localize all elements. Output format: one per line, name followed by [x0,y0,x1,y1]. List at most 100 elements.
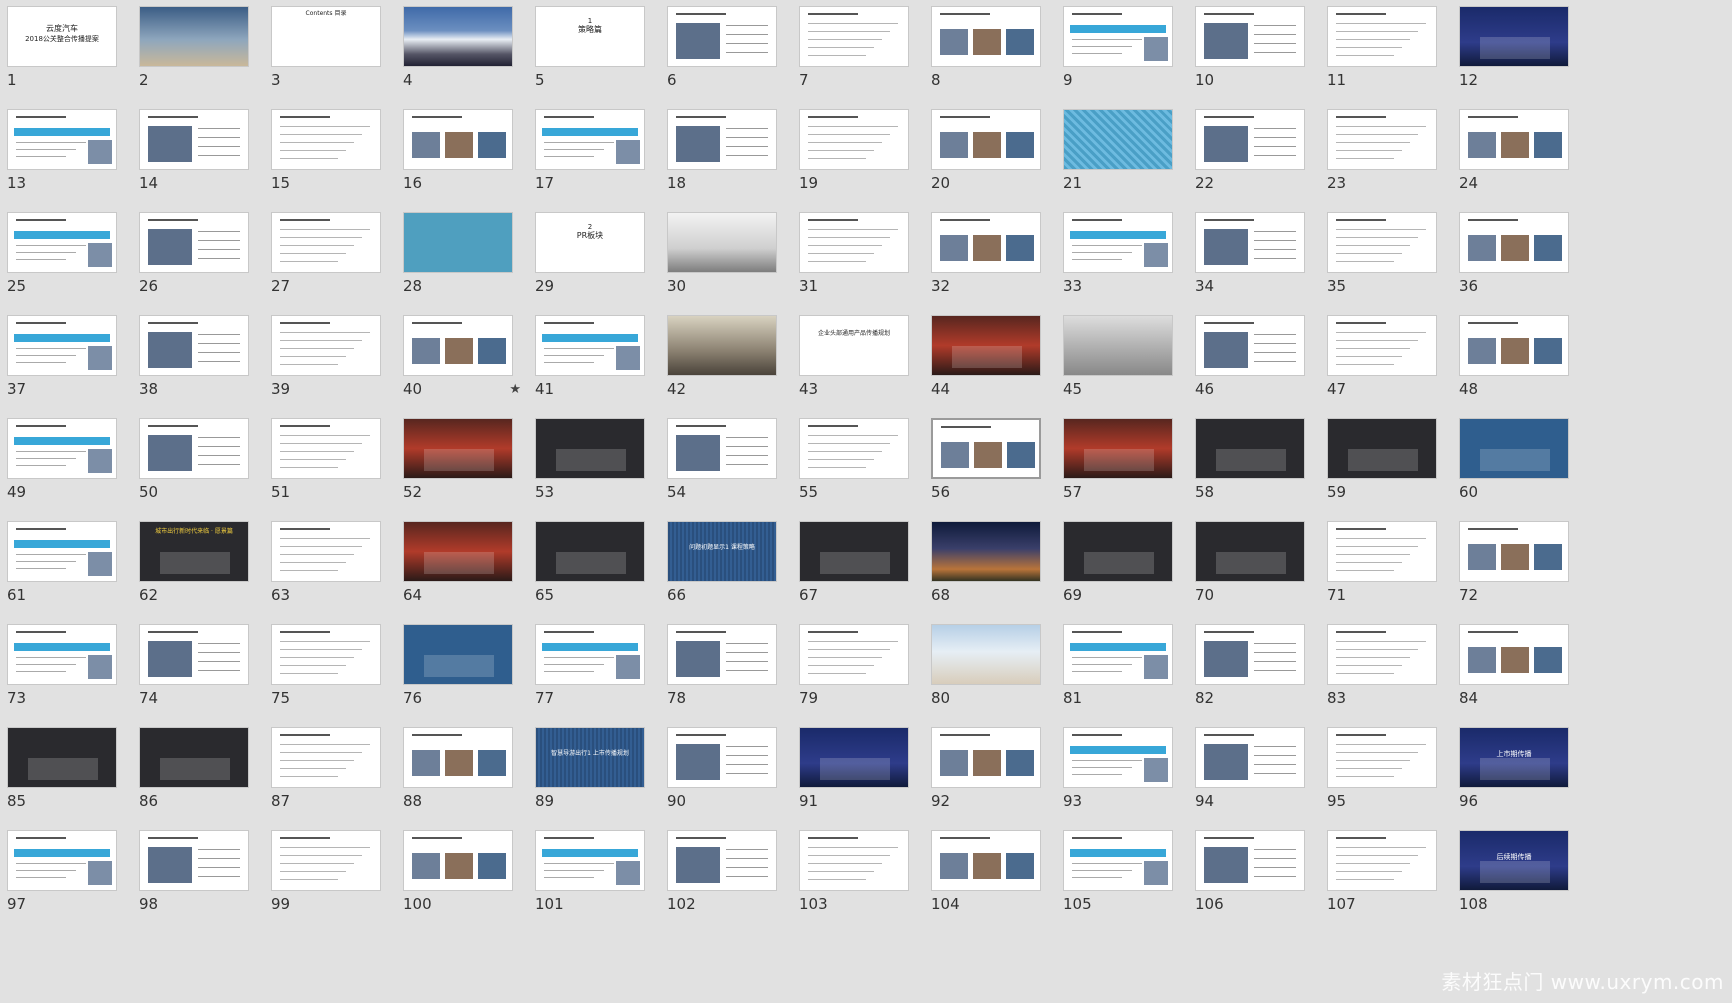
slide-preview[interactable] [1063,212,1173,273]
slide-preview[interactable] [7,418,117,479]
slide-thumbnail-69[interactable]: 69 [1063,521,1175,621]
slide-preview[interactable] [1195,212,1305,273]
slide-preview[interactable] [1327,830,1437,891]
slide-thumbnail-28[interactable]: 28 [403,212,515,312]
slide-preview[interactable] [931,109,1041,170]
slide-thumbnail-67[interactable]: 67 [799,521,911,621]
slide-preview[interactable] [931,418,1041,479]
slide-preview[interactable] [667,212,777,273]
slide-preview[interactable] [931,521,1041,582]
slide-preview[interactable] [799,212,909,273]
slide-preview[interactable] [1063,6,1173,67]
slide-preview[interactable] [403,6,513,67]
slide-preview[interactable] [271,315,381,376]
slide-thumbnail-91[interactable]: 91 [799,727,911,827]
slide-thumbnail-101[interactable]: 101 [535,830,647,930]
slide-thumbnail-49[interactable]: 49 [7,418,119,518]
slide-preview[interactable] [271,521,381,582]
slide-preview[interactable] [271,418,381,479]
slide-thumbnail-25[interactable]: 25 [7,212,119,312]
slide-thumbnail-77[interactable]: 77 [535,624,647,724]
slide-preview[interactable] [1195,624,1305,685]
slide-thumbnail-12[interactable]: 12 [1459,6,1571,106]
slide-thumbnail-45[interactable]: 45 [1063,315,1175,415]
slide-thumbnail-93[interactable]: 93 [1063,727,1175,827]
slide-preview[interactable] [1195,109,1305,170]
slide-preview[interactable] [667,624,777,685]
slide-preview[interactable] [1327,6,1437,67]
slide-thumbnail-98[interactable]: 98 [139,830,251,930]
slide-thumbnail-19[interactable]: 19 [799,109,911,209]
slide-thumbnail-72[interactable]: 72 [1459,521,1571,621]
slide-thumbnail-89[interactable]: 智慧导游出行1 上市传播规划 89 [535,727,647,827]
slide-preview[interactable]: 2 PR板块 [535,212,645,273]
slide-thumbnail-33[interactable]: 33 [1063,212,1175,312]
slide-preview[interactable] [799,109,909,170]
slide-thumbnail-21[interactable]: 21 [1063,109,1175,209]
slide-thumbnail-48[interactable]: 48 [1459,315,1571,415]
slide-thumbnail-15[interactable]: 15 [271,109,383,209]
slide-preview[interactable] [799,624,909,685]
slide-thumbnail-76[interactable]: 76 [403,624,515,724]
slide-preview[interactable] [1195,830,1305,891]
slide-thumbnail-81[interactable]: 81 [1063,624,1175,724]
slide-preview[interactable] [7,727,117,788]
slide-preview[interactable] [1459,109,1569,170]
slide-preview[interactable] [535,418,645,479]
slide-preview[interactable]: 云度汽车 2018公关整合传播提案 [7,6,117,67]
slide-preview[interactable]: 1 策略篇 [535,6,645,67]
slide-preview[interactable] [139,315,249,376]
slide-preview[interactable] [139,830,249,891]
slide-preview[interactable] [1327,624,1437,685]
slide-preview[interactable] [139,418,249,479]
slide-preview[interactable] [271,830,381,891]
slide-preview[interactable] [931,6,1041,67]
slide-thumbnail-100[interactable]: 100 [403,830,515,930]
slide-preview[interactable] [1459,6,1569,67]
slide-thumbnail-30[interactable]: 30 [667,212,779,312]
slide-thumbnail-60[interactable]: 60 [1459,418,1571,518]
slide-thumbnail-26[interactable]: 26 [139,212,251,312]
slide-thumbnail-2[interactable]: 2 [139,6,251,106]
slide-preview[interactable] [7,212,117,273]
slide-preview[interactable] [931,624,1041,685]
slide-thumbnail-74[interactable]: 74 [139,624,251,724]
slide-thumbnail-103[interactable]: 103 [799,830,911,930]
slide-thumbnail-84[interactable]: 84 [1459,624,1571,724]
slide-thumbnail-8[interactable]: 8 [931,6,1043,106]
slide-thumbnail-95[interactable]: 95 [1327,727,1439,827]
slide-thumbnail-34[interactable]: 34 [1195,212,1307,312]
slide-thumbnail-62[interactable]: 城市出行新时代来临 · 愿景篇 62 [139,521,251,621]
slide-preview[interactable] [799,727,909,788]
slide-thumbnail-3[interactable]: Contents 目录 3 [271,6,383,106]
slide-preview[interactable] [1327,418,1437,479]
slide-preview[interactable] [1195,727,1305,788]
slide-preview[interactable] [1327,727,1437,788]
slide-thumbnail-35[interactable]: 35 [1327,212,1439,312]
slide-preview[interactable] [271,212,381,273]
slide-thumbnail-55[interactable]: 55 [799,418,911,518]
slide-thumbnail-99[interactable]: 99 [271,830,383,930]
slide-thumbnail-108[interactable]: 后续期传播 108 [1459,830,1571,930]
slide-thumbnail-53[interactable]: 53 [535,418,647,518]
slide-preview[interactable] [535,624,645,685]
slide-preview[interactable] [667,315,777,376]
slide-thumbnail-20[interactable]: 20 [931,109,1043,209]
slide-preview[interactable] [1327,521,1437,582]
slide-thumbnail-43[interactable]: 企业头部通用产品传播规划 43 [799,315,911,415]
slide-thumbnail-41[interactable]: 41 [535,315,647,415]
slide-preview[interactable] [1459,521,1569,582]
slide-thumbnail-51[interactable]: 51 [271,418,383,518]
slide-preview[interactable]: 企业头部通用产品传播规划 [799,315,909,376]
slide-preview[interactable] [1459,418,1569,479]
slide-thumbnail-83[interactable]: 83 [1327,624,1439,724]
slide-thumbnail-86[interactable]: 86 [139,727,251,827]
slide-thumbnail-63[interactable]: 63 [271,521,383,621]
slide-preview[interactable] [403,418,513,479]
slide-preview[interactable] [1459,315,1569,376]
slide-thumbnail-96[interactable]: 上市期传播 96 [1459,727,1571,827]
slide-thumbnail-4[interactable]: 4 [403,6,515,106]
slide-preview[interactable] [667,6,777,67]
slide-preview[interactable] [139,212,249,273]
slide-thumbnail-70[interactable]: 70 [1195,521,1307,621]
